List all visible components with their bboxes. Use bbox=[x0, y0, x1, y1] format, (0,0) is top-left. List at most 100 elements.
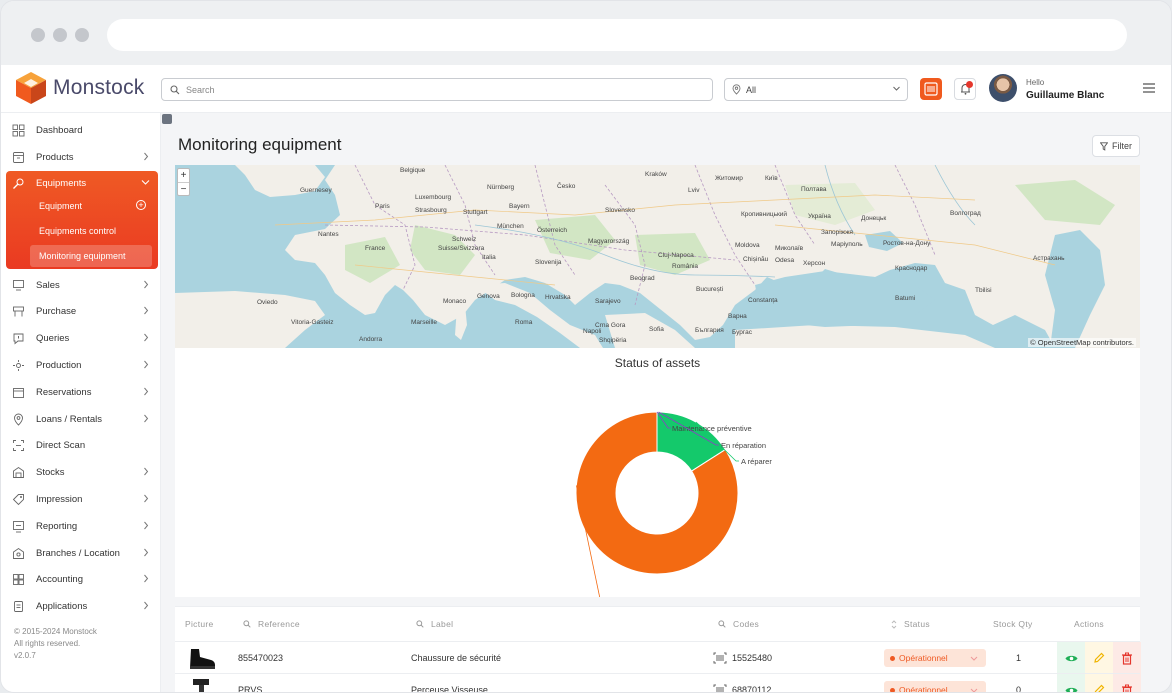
map-label: Nürnberg bbox=[487, 184, 515, 191]
label-cell: Perceuse Visseuse bbox=[411, 685, 488, 693]
donut-label: A réparer bbox=[741, 457, 772, 466]
sidebar-item-stocks[interactable]: Stocks bbox=[1, 459, 161, 485]
products-icon bbox=[11, 150, 25, 164]
status-select[interactable]: Opérationnel bbox=[884, 681, 986, 692]
column-header-status[interactable]: Status bbox=[891, 607, 930, 641]
map-label: Волгоград bbox=[950, 210, 981, 217]
map-label: Житомир bbox=[715, 175, 743, 182]
address-bar[interactable] bbox=[107, 19, 1127, 51]
chevron-right-icon bbox=[144, 360, 149, 369]
search-icon bbox=[416, 620, 424, 628]
hamburger-menu-icon[interactable] bbox=[1142, 82, 1156, 94]
notifications-button[interactable] bbox=[954, 78, 976, 100]
sidebar-subitem-label: Monitoring equipment bbox=[39, 251, 126, 261]
chevron-right-icon bbox=[144, 280, 149, 289]
search-icon bbox=[718, 620, 726, 628]
delete-button[interactable] bbox=[1113, 674, 1141, 692]
browser-window: Monstock Search All Hello Guillaume Blan… bbox=[0, 0, 1172, 693]
sidebar-item-sales[interactable]: Sales bbox=[1, 272, 161, 298]
sidebar-item-loans-rentals[interactable]: Loans / Rentals bbox=[1, 406, 161, 432]
sidebar-item-reporting[interactable]: Reporting bbox=[1, 513, 161, 539]
sidebar-subitem-equipments-control[interactable]: Equipments control bbox=[30, 220, 116, 242]
column-header-label[interactable]: Label bbox=[416, 607, 453, 641]
map-label: Beograd bbox=[630, 275, 655, 282]
filter-button[interactable]: Filter bbox=[1092, 135, 1140, 157]
calendar-icon bbox=[11, 385, 25, 399]
column-header-reference[interactable]: Reference bbox=[243, 607, 300, 641]
search-placeholder: Search bbox=[186, 84, 215, 95]
map-label: Roma bbox=[515, 319, 533, 326]
sidebar-item-direct-scan[interactable]: Direct Scan bbox=[1, 432, 161, 458]
status-select[interactable]: Opérationnel bbox=[884, 649, 986, 667]
logo[interactable]: Monstock bbox=[15, 71, 144, 105]
sidebar-item-label: Sales bbox=[36, 279, 60, 291]
sidebar-item-impression[interactable]: Impression bbox=[1, 486, 161, 512]
sidebar-item-queries[interactable]: Queries bbox=[1, 325, 161, 351]
avatar[interactable] bbox=[989, 74, 1017, 102]
sidebar-item-applications[interactable]: Applications bbox=[1, 593, 161, 619]
zoom-in-button[interactable]: + bbox=[178, 169, 189, 182]
sidebar-subitem-equipment[interactable]: Equipment bbox=[30, 195, 82, 217]
map-label: Херсон bbox=[803, 260, 826, 267]
sidebar-item-label: Reservations bbox=[36, 386, 92, 398]
sidebar-item-products[interactable]: Products bbox=[1, 144, 161, 170]
window-minimize-dot[interactable] bbox=[53, 28, 67, 42]
chevron-right-icon bbox=[144, 548, 149, 557]
sidebar-item-label: Production bbox=[36, 359, 82, 371]
sidebar-collapse-icon[interactable] bbox=[162, 114, 172, 124]
map-label: Кропивницький bbox=[741, 211, 788, 218]
column-header-label: Label bbox=[431, 619, 454, 629]
pencil-icon bbox=[1094, 652, 1105, 663]
table-row[interactable]: 855470023 Chaussure de sécurité 15525480… bbox=[175, 641, 1141, 674]
sidebar-item-production[interactable]: Production bbox=[1, 352, 161, 378]
window-maximize-dot[interactable] bbox=[75, 28, 89, 42]
edit-button[interactable] bbox=[1085, 642, 1113, 674]
map-attribution[interactable]: © OpenStreetMap contributors. bbox=[1028, 338, 1136, 347]
edit-button[interactable] bbox=[1085, 674, 1113, 692]
column-header-label: Stock Qty bbox=[993, 619, 1033, 629]
location-select[interactable]: All bbox=[724, 78, 908, 101]
map-label: Sofia bbox=[649, 326, 664, 333]
add-equipment-icon[interactable]: + bbox=[136, 200, 146, 210]
main-content: Monitoring equipment Filter + − Guernese… bbox=[161, 113, 1171, 693]
sidebar-item-label: Reporting bbox=[36, 520, 78, 532]
view-button[interactable] bbox=[1057, 642, 1085, 674]
tag-icon bbox=[11, 492, 25, 506]
drill-icon bbox=[193, 679, 209, 692]
zoom-out-button[interactable]: − bbox=[178, 182, 189, 195]
window-close-dot[interactable] bbox=[31, 28, 45, 42]
table-row[interactable]: PRVS Perceuse Visseuse 68870112 Opératio… bbox=[175, 673, 1141, 693]
delete-button[interactable] bbox=[1113, 642, 1141, 674]
chevron-right-icon bbox=[144, 601, 149, 610]
notification-badge bbox=[966, 81, 973, 88]
map-label: München bbox=[497, 223, 524, 230]
map-label: Запоріжжя bbox=[821, 229, 853, 236]
sidebar-item-accounting[interactable]: Accounting bbox=[1, 566, 161, 592]
sidebar-item-equipments[interactable]: Equipments bbox=[6, 171, 158, 195]
sidebar-item-label: Accounting bbox=[36, 573, 84, 585]
map-label: Київ bbox=[765, 175, 778, 182]
sidebar-item-purchase[interactable]: Purchase bbox=[1, 298, 161, 324]
column-header-actions: Actions bbox=[1074, 607, 1104, 641]
barcode-scan-button[interactable] bbox=[920, 78, 942, 100]
map-label: Tbilisi bbox=[975, 287, 992, 294]
user-name[interactable]: Guillaume Blanc bbox=[1026, 90, 1104, 101]
sort-icon bbox=[891, 619, 897, 629]
sidebar-item-branches-location[interactable]: Branches / Location bbox=[1, 540, 161, 566]
map-label: Маріуполь bbox=[831, 241, 863, 248]
sidebar-item-reservations[interactable]: Reservations bbox=[1, 379, 161, 405]
map-zoom-control: + − bbox=[177, 168, 190, 196]
sidebar-item-dashboard[interactable]: Dashboard bbox=[1, 117, 161, 143]
sidebar-subitem-monitoring-equipment[interactable]: Monitoring equipment bbox=[30, 245, 152, 267]
map-label: Slovenija bbox=[535, 259, 562, 266]
equipment-table: Picture Reference Label Codes Status Sto… bbox=[175, 606, 1141, 693]
column-header-codes[interactable]: Codes bbox=[718, 607, 759, 641]
barcode-scan-icon bbox=[924, 82, 938, 96]
search-input[interactable]: Search bbox=[161, 78, 713, 101]
view-button[interactable] bbox=[1057, 674, 1085, 692]
map[interactable]: + − Guernesey Belgique Luxembourg Nürnbe… bbox=[175, 165, 1140, 348]
equipment-icon bbox=[11, 176, 25, 190]
chevron-right-icon bbox=[144, 494, 149, 503]
map-label: Kraków bbox=[645, 171, 667, 178]
map-label: Bologna bbox=[511, 292, 535, 299]
